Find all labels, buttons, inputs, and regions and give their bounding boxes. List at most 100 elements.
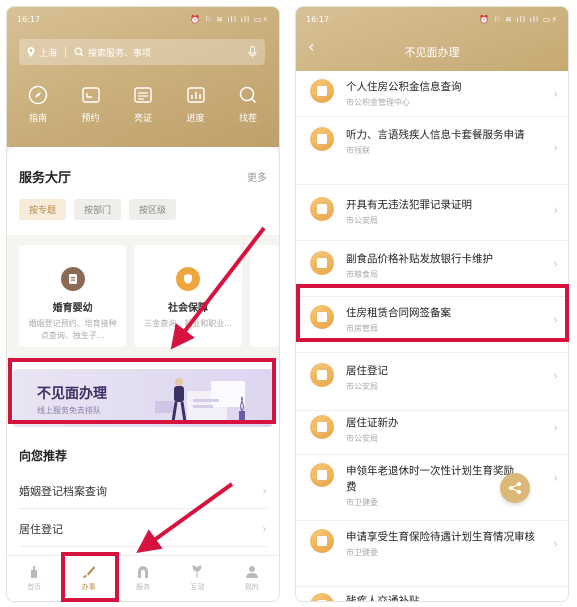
chevron-right-icon: › — [553, 421, 558, 435]
share-button[interactable] — [500, 473, 530, 503]
item-subtitle: 市公积金管理中心 — [346, 98, 410, 107]
quick-show-id[interactable]: 亮证 — [118, 85, 168, 124]
search-icon — [239, 86, 257, 104]
recommend-item-label: 婚姻登记档案查询 — [19, 484, 107, 498]
quick-label: 亮证 — [133, 114, 152, 124]
heart-hands-icon — [310, 529, 334, 553]
item-subtitle: 市公安局 — [346, 216, 378, 225]
item-title: 听力、言语残疾人信息卡套餐服务申请 — [346, 129, 525, 141]
chip-by-topic[interactable]: 按专题 — [19, 199, 67, 220]
chevron-right-icon: › — [262, 521, 267, 536]
id-badge-icon — [310, 415, 334, 439]
tab-label: 服务 — [135, 583, 150, 591]
highlight-tab — [61, 552, 119, 602]
item-title: 残疾人交通补贴 — [346, 595, 420, 602]
plant-icon — [192, 565, 202, 578]
category-chips: 按专题 按部门 按区级 — [19, 199, 177, 220]
home-icon — [310, 363, 334, 387]
item-title: 居住登记 — [346, 365, 388, 377]
item-subtitle: 市粮食局 — [346, 270, 378, 279]
city-label[interactable]: 上海 — [39, 46, 57, 59]
list-item[interactable]: 居住证新办 市公安局 › — [296, 411, 568, 455]
status-time: 16:17 — [17, 14, 41, 24]
home-icon — [31, 566, 38, 578]
item-title: 副食品价格补贴发放银行卡维护 — [346, 253, 493, 265]
list-item[interactable]: 居住登记 市公安局 › — [296, 353, 568, 411]
chevron-right-icon: › — [262, 483, 267, 498]
shield-icon — [176, 267, 201, 291]
recommend-item[interactable]: 婚姻登记档案查询 › — [19, 473, 267, 509]
chevron-right-icon: › — [553, 87, 558, 101]
quick-label: 指南 — [28, 114, 47, 124]
list-item[interactable]: 残疾人交通补贴 — [296, 587, 568, 602]
status-icons: ⏰ ⚐ ≋ ıll ıll ▭⚡ — [478, 14, 558, 24]
chevron-right-icon: › — [553, 141, 558, 155]
quick-guide[interactable]: 指南 — [13, 85, 63, 124]
person-icon — [245, 566, 258, 578]
item-subtitle: 市卫健委 — [346, 498, 378, 507]
tab-home[interactable]: 首页 — [14, 565, 54, 592]
quick-progress[interactable]: 进度 — [171, 85, 221, 124]
home-screen: 16:17 ⏰ ⚐ ≋ ıll ıll ▭⚡ 上海 搜索服务、事项 指南 预约 … — [6, 6, 280, 602]
list-item[interactable]: 听力、言语残疾人信息卡套餐服务申请 市残联 › — [296, 117, 568, 185]
chevron-right-icon: › — [553, 537, 558, 551]
recommend-item[interactable]: 居住登记 › — [19, 511, 267, 547]
search-placeholder[interactable]: 搜索服务、事项 — [88, 46, 151, 59]
progress-icon — [186, 87, 205, 103]
topic-card-social-security[interactable]: 社会保障 三金查询、就业和职业... — [134, 245, 242, 347]
quick-label: 进度 — [186, 114, 205, 124]
tab-service[interactable]: 服务 — [123, 565, 163, 592]
item-subtitle: 市残联 — [346, 146, 370, 155]
chip-by-district[interactable]: 按区级 — [129, 199, 177, 220]
item-title: 申领年老退休时一次性计划生育奖励费 — [346, 465, 514, 493]
chip-by-department[interactable]: 按部门 — [74, 199, 122, 220]
microphone-icon[interactable] — [248, 46, 257, 58]
tab-interact[interactable]: 互动 — [177, 565, 217, 592]
card-desc: 三金查询、就业和职业... — [144, 319, 232, 328]
topic-card-partial[interactable] — [249, 245, 279, 347]
card-title: 社会保障 — [168, 303, 209, 314]
compass-icon — [28, 85, 48, 105]
search-divider — [65, 46, 67, 58]
card-desc: 婚姻登记预约、培育接种点查询、独生子... — [28, 319, 117, 340]
card-title: 婚育婴幼 — [52, 303, 93, 314]
topic-card-marriage[interactable]: 婚育婴幼 婚姻登记预约、培育接种点查询、独生子... — [19, 245, 127, 347]
service-hall-header: 服务大厅 更多 — [19, 167, 267, 186]
tab-mine[interactable]: 我的 — [232, 565, 272, 592]
arch-icon — [137, 566, 148, 578]
quick-actions: 指南 预约 亮证 进度 找茬 — [13, 85, 273, 124]
chevron-right-icon: › — [553, 203, 558, 217]
item-title: 居住证新办 — [346, 417, 399, 429]
highlight-banner — [8, 358, 276, 424]
item-title: 申请享受生育保险待遇计划生育情况审核 — [346, 531, 535, 543]
item-subtitle: 市卫健委 — [346, 548, 378, 557]
calendar-icon — [81, 87, 100, 103]
list-item[interactable]: 个人住房公积金信息查询 市公积金管理中心 › — [296, 71, 568, 117]
quick-appointment[interactable]: 预约 — [66, 85, 116, 124]
nav-title: 不见面办理 — [404, 46, 460, 59]
tab-label: 互动 — [190, 583, 205, 591]
baby-bottle-icon — [310, 463, 334, 487]
more-link[interactable]: 更多 — [247, 169, 267, 184]
chevron-right-icon: › — [553, 257, 558, 271]
item-title: 个人住房公积金信息查询 — [346, 81, 462, 93]
location-pin-icon — [27, 47, 35, 57]
bottom-tab-bar: 首页 办事 服务 互动 我的 — [7, 555, 279, 601]
highlight-list-item — [296, 284, 569, 342]
list-item[interactable]: 开具有无违法犯罪记录证明 市公安局 › — [296, 185, 568, 241]
wheelchair-icon — [310, 593, 334, 601]
list-item[interactable]: 申请享受生育保险待遇计划生育情况审核 市卫健委 › — [296, 521, 568, 587]
chevron-right-icon: › — [553, 471, 558, 485]
recommend-title: 向您推荐 — [19, 449, 68, 463]
share-icon — [509, 482, 521, 494]
topic-cards: 婚育婴幼 婚姻登记预约、培育接种点查询、独生子... 社会保障 三金查询、就业和… — [7, 235, 279, 361]
handcuffs-icon — [310, 197, 334, 221]
status-bar: 16:17 ⏰ ⚐ ≋ ıll ıll ▭⚡ — [7, 7, 279, 31]
status-icons: ⏰ ⚐ ≋ ıll ıll ▭⚡ — [189, 14, 269, 24]
id-card-icon — [134, 87, 152, 103]
search-bar[interactable]: 上海 搜索服务、事项 — [19, 39, 265, 65]
tab-label: 首页 — [27, 583, 42, 591]
status-bar: 16:17 ⏰ ⚐ ≋ ıll ıll ▭⚡ — [296, 7, 568, 31]
quick-find[interactable]: 找茬 — [223, 85, 273, 124]
chevron-right-icon: › — [553, 369, 558, 383]
